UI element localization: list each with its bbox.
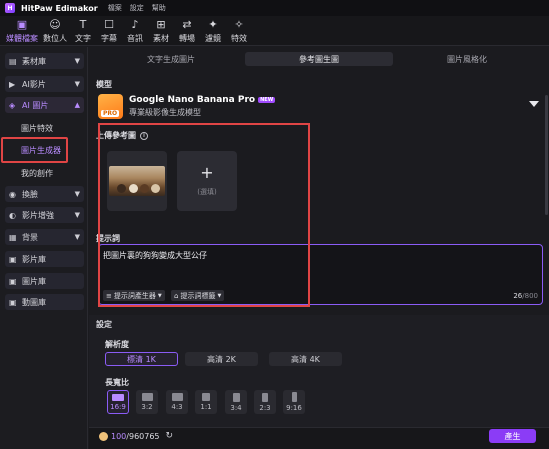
tool-effects[interactable]: ✧ 特效: [226, 16, 252, 44]
resolution-2k-button[interactable]: 高清 2K: [185, 352, 258, 366]
new-badge: NEW: [258, 96, 276, 103]
ratio-9-16-icon: [291, 392, 297, 402]
aspect-2-3-button[interactable]: 2:3: [254, 390, 276, 414]
menu-help[interactable]: 幫助: [152, 3, 166, 13]
menu-file[interactable]: 檔案: [108, 3, 122, 13]
sidebar-item-background[interactable]: ▦ 背景 ▼: [5, 229, 84, 245]
sidebar-item-my-creations[interactable]: 我的創作: [5, 165, 84, 181]
pro-badge: PRO: [101, 109, 120, 117]
filter-icon: ✦: [208, 18, 218, 31]
refresh-icon[interactable]: ↻: [166, 431, 174, 441]
dropdown-caret-icon[interactable]: [529, 101, 539, 107]
highlight-box-sidebar: [1, 137, 68, 163]
sidebar-item-image-library[interactable]: ▣ 圖片庫: [5, 273, 84, 289]
char-counter: 26/800: [513, 292, 538, 300]
model-logo: PRO: [98, 93, 123, 119]
tab-image-to-image[interactable]: 參考圖生圖: [245, 52, 393, 66]
material-icon: ⊞: [156, 18, 166, 31]
tool-media[interactable]: ▣ 媒體檔案: [4, 16, 40, 44]
gif-library-icon: ▣: [9, 297, 17, 307]
ai-image-icon: ◈: [9, 100, 16, 110]
sidebar: ▤ 素材庫 ▼ ▶ AI影片 ▼ ◈ AI 圖片 ▲ 圖片特效 圖片生成器 我的…: [0, 47, 88, 449]
title-bar: H HitPaw Edimakor 檔案 設定 幫助: [0, 0, 549, 16]
aspect-1-1-button[interactable]: 1:1: [195, 390, 217, 414]
avatar-icon: ☺: [49, 18, 61, 31]
face-swap-icon: ◉: [9, 189, 16, 199]
background-icon: ▦: [9, 232, 17, 242]
model-description: 專業級影像生成模型: [129, 107, 201, 117]
chevron-up-icon: ▲: [74, 101, 80, 109]
ratio-2-3-icon: [262, 392, 268, 402]
effects-icon: ✧: [234, 18, 244, 31]
ratio-1-1-icon: [202, 393, 210, 401]
ratio-4-3-icon: [171, 393, 183, 401]
chevron-down-icon: ▼: [74, 233, 80, 241]
model-selector[interactable]: PRO Google Nano Banana Pro NEW 專業級影像生成模型: [98, 93, 545, 119]
aspect-3-4-button[interactable]: 3:4: [225, 390, 247, 414]
aspect-ratio-title: 長寬比: [105, 378, 129, 387]
aspect-9-16-button[interactable]: 9:16: [283, 390, 305, 414]
subtitle-icon: ☐: [104, 18, 114, 31]
model-section-label: 模型: [96, 80, 112, 89]
sidebar-item-library[interactable]: ▤ 素材庫 ▼: [5, 53, 84, 69]
tool-material[interactable]: ⊞ 素材: [148, 16, 174, 44]
tool-text[interactable]: T 文字: [70, 16, 96, 44]
tool-avatar[interactable]: ☺ 數位人: [40, 16, 70, 44]
resolution-1k-button[interactable]: 標清 1K: [105, 352, 178, 366]
resolution-4k-button[interactable]: 高清 4K: [269, 352, 342, 366]
generate-button[interactable]: 產生: [489, 429, 536, 443]
ratio-3-2-icon: [141, 393, 153, 401]
highlight-box-main: [98, 123, 310, 307]
scrollbar[interactable]: [545, 95, 548, 215]
sidebar-item-face-swap[interactable]: ◉ 換臉 ▼: [5, 186, 84, 202]
sidebar-item-ai-video[interactable]: ▶ AI影片 ▼: [5, 76, 84, 92]
tool-audio[interactable]: ♪ 音訊: [122, 16, 148, 44]
chevron-down-icon: ▼: [74, 211, 80, 219]
library-icon: ▤: [9, 56, 17, 66]
tool-filter[interactable]: ✦ 濾鏡: [200, 16, 226, 44]
sidebar-item-video-library[interactable]: ▣ 影片庫: [5, 251, 84, 267]
main-toolbar: ▣ 媒體檔案 ☺ 數位人 T 文字 ☐ 字幕 ♪ 音訊 ⊞ 素材 ⇄ 轉場 ✦ …: [0, 16, 549, 46]
credits-display: 100/960765 ↻: [99, 431, 173, 441]
settings-panel: [89, 315, 549, 427]
chevron-down-icon: ▼: [74, 190, 80, 198]
sidebar-item-ai-image[interactable]: ◈ AI 圖片 ▲: [5, 97, 84, 113]
tab-text-to-image[interactable]: 文字生成圖片: [97, 52, 245, 66]
media-icon: ▣: [16, 18, 28, 31]
aspect-4-3-button[interactable]: 4:3: [166, 390, 188, 414]
resolution-title: 解析度: [105, 340, 129, 349]
sidebar-item-enhance[interactable]: ◐ 影片增強 ▼: [5, 207, 84, 223]
main-panel: 文字生成圖片 參考圖生圖 圖片風格化 模型 PRO Google Nano Ba…: [89, 47, 549, 449]
text-icon: T: [79, 18, 87, 31]
image-library-icon: ▣: [9, 276, 17, 286]
tool-transition[interactable]: ⇄ 轉場: [174, 16, 200, 44]
app-name: HitPaw Edimakor: [21, 3, 98, 13]
enhance-icon: ◐: [9, 210, 16, 220]
ratio-16-9-icon: [112, 393, 124, 401]
ratio-3-4-icon: [232, 392, 240, 402]
mode-tabs: 文字生成圖片 參考圖生圖 圖片風格化: [89, 51, 549, 67]
chevron-down-icon: ▼: [74, 80, 80, 88]
tab-image-stylize[interactable]: 圖片風格化: [393, 52, 541, 66]
sidebar-item-image-effects[interactable]: 圖片特效: [5, 120, 84, 136]
menu-settings[interactable]: 設定: [130, 3, 144, 13]
aspect-3-2-button[interactable]: 3:2: [136, 390, 158, 414]
settings-title: 設定: [96, 320, 112, 329]
sidebar-item-gif-library[interactable]: ▣ 動圖庫: [5, 294, 84, 310]
aspect-16-9-button[interactable]: 16:9: [107, 390, 129, 414]
audio-icon: ♪: [131, 18, 139, 31]
coin-icon: [99, 431, 108, 441]
app-logo: H: [5, 3, 15, 13]
video-library-icon: ▣: [9, 254, 17, 264]
model-name: Google Nano Banana Pro: [129, 94, 256, 105]
ai-video-icon: ▶: [9, 79, 16, 89]
tool-subtitle[interactable]: ☐ 字幕: [96, 16, 122, 44]
transition-icon: ⇄: [182, 18, 192, 31]
chevron-down-icon: ▼: [74, 57, 80, 65]
